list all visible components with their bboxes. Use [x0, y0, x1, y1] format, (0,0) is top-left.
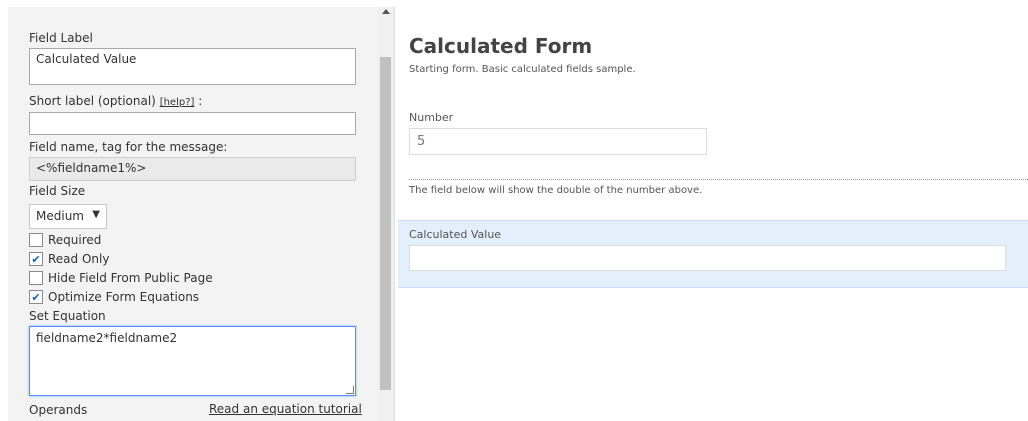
set-equation-label: Set Equation: [29, 309, 106, 323]
chevron-down-icon: ▼: [92, 209, 100, 220]
checkmark-icon: ✔: [31, 252, 41, 266]
operands-label: Operands: [29, 403, 88, 417]
field-settings-panel: Field Label Calculated Value Short label…: [8, 7, 395, 421]
instruction-text: The field below will show the double of …: [409, 185, 703, 196]
checkbox-optimize-equations[interactable]: ✔: [29, 290, 43, 304]
read-only-checkbox-row[interactable]: ✔ Read Only: [29, 251, 109, 267]
field-size-select[interactable]: Medium ▼: [29, 204, 107, 229]
field-label-label: Field Label: [29, 31, 93, 45]
form-title: Calculated Form: [409, 34, 593, 58]
field-name-label: Field name, tag for the message:: [29, 140, 228, 154]
scroll-thumb[interactable]: [380, 57, 391, 390]
required-checkbox-row[interactable]: Required: [29, 232, 101, 248]
field-label-input[interactable]: Calculated Value: [29, 48, 356, 85]
form-preview: Calculated Form Starting form. Basic cal…: [398, 7, 1028, 421]
equation-tutorial-link[interactable]: Read an equation tutorial: [209, 402, 362, 416]
checkbox-required[interactable]: [29, 233, 43, 247]
scroll-up-arrow-icon[interactable]: [382, 9, 390, 14]
short-label-input[interactable]: [29, 112, 356, 135]
hide-field-checkbox-row[interactable]: Hide Field From Public Page: [29, 270, 213, 286]
calculated-value-input[interactable]: [409, 245, 1006, 271]
section-divider: [409, 179, 1028, 180]
number-label: Number: [409, 111, 454, 124]
short-label-label: Short label (optional) [help?] :: [29, 94, 203, 108]
number-input[interactable]: 5: [409, 128, 707, 155]
panel-scrollbar[interactable]: [378, 7, 394, 421]
calculated-field-highlight[interactable]: Calculated Value: [398, 220, 1028, 288]
form-description: Starting form. Basic calculated fields s…: [409, 64, 636, 75]
checkmark-icon: ✔: [31, 290, 41, 304]
field-name-input[interactable]: <%fieldname1%>: [29, 157, 356, 181]
checkbox-hide-field[interactable]: [29, 271, 43, 285]
calculated-value-label: Calculated Value: [409, 228, 502, 241]
optimize-equations-checkbox-row[interactable]: ✔ Optimize Form Equations: [29, 289, 199, 305]
resize-handle-icon[interactable]: [346, 386, 354, 394]
field-size-label: Field Size: [29, 184, 86, 198]
checkbox-read-only[interactable]: ✔: [29, 252, 43, 266]
equation-textarea[interactable]: fieldname2*fieldname2: [29, 326, 356, 396]
help-link[interactable]: [help?]: [160, 97, 195, 108]
